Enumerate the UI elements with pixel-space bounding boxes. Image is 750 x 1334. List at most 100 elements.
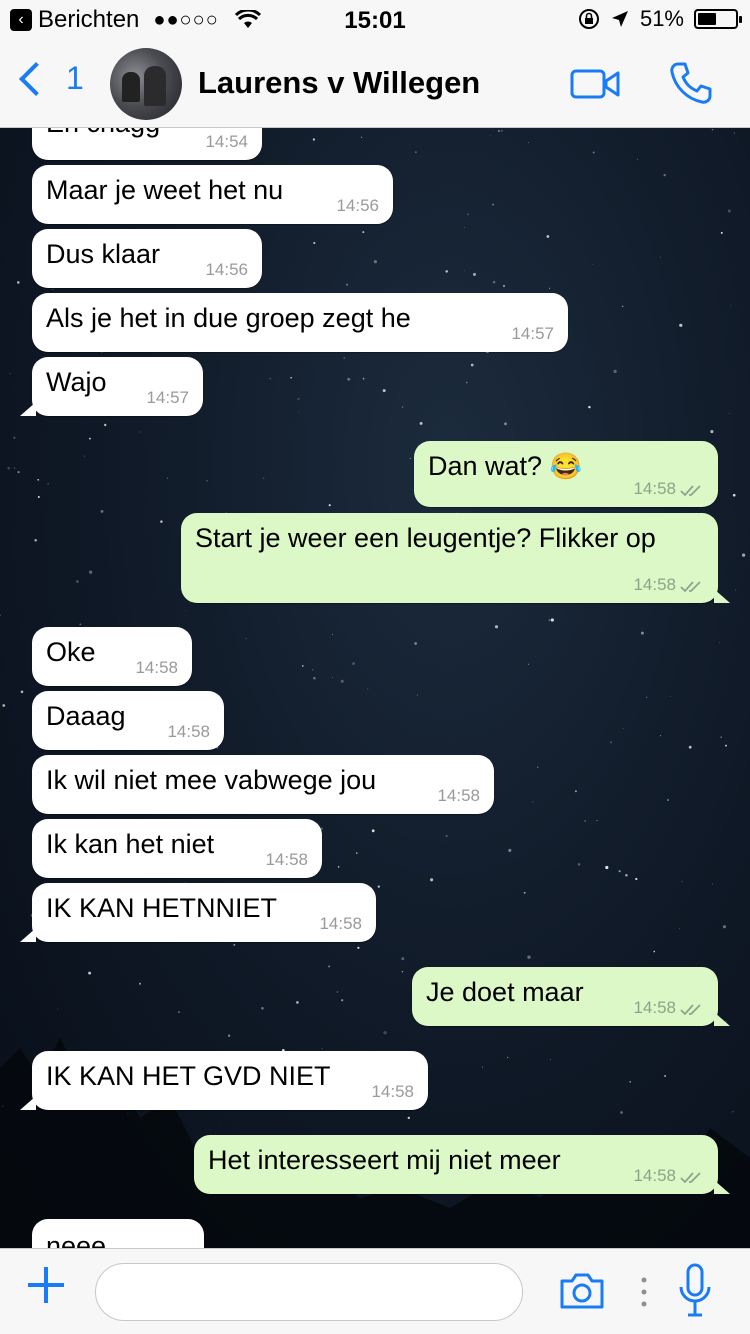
star (613, 369, 617, 374)
message-bubble[interactable]: Daaag 14:58 (32, 691, 224, 750)
star (592, 151, 595, 154)
message-text: Dan wat? (428, 451, 550, 481)
star (100, 509, 104, 513)
contact-avatar[interactable] (110, 48, 182, 120)
star (508, 848, 512, 852)
star (732, 493, 736, 497)
message-bubble[interactable]: Wajo 14:57 (20, 357, 203, 416)
star (9, 372, 11, 374)
star (14, 467, 16, 469)
star (297, 397, 300, 401)
star (548, 619, 550, 621)
message-bubble[interactable]: En chagg 14:54 (32, 128, 262, 160)
star (313, 677, 316, 680)
message-bubble[interactable]: Start je weer een leugentje? Flikker op … (181, 513, 730, 603)
star (502, 284, 506, 288)
star (312, 669, 314, 671)
star (331, 677, 333, 678)
message-input-bar (0, 1248, 750, 1334)
star (79, 623, 82, 626)
star (609, 741, 612, 744)
message-bubble[interactable]: Ik kan het niet 14:58 (32, 819, 322, 878)
star (290, 376, 292, 379)
star (340, 679, 344, 683)
star (667, 799, 669, 801)
message-text: Maar je weet het nu (46, 175, 284, 205)
star (415, 151, 417, 153)
star (0, 614, 2, 617)
message-bubble[interactable]: Maar je weet het nu 14:56 (32, 165, 393, 224)
star (645, 696, 648, 699)
location-arrow-icon (611, 11, 628, 27)
message-text: Je doet maar (426, 977, 584, 1007)
read-ticks-icon (680, 1004, 701, 1016)
star (532, 801, 534, 803)
message-bubble[interactable]: Je doet maar 14:58 (412, 967, 730, 1026)
microphone-icon[interactable] (678, 1263, 712, 1321)
message-time: 14:58 (633, 575, 676, 594)
star (371, 829, 375, 833)
message-bubble[interactable]: Oke 14:58 (32, 627, 192, 686)
star (720, 736, 722, 738)
status-right: 51% (578, 6, 742, 32)
star (245, 637, 247, 639)
star (343, 357, 345, 359)
message-time: 14:58 (633, 479, 676, 498)
message-text: neee (46, 1231, 107, 1248)
star (725, 744, 727, 747)
message-text: Als je het in due groep zegt he (46, 303, 411, 333)
star (527, 663, 529, 665)
message-bubble[interactable]: IK KAN HET GVD NIET 14:58 (20, 1051, 428, 1110)
star (670, 695, 672, 697)
star (574, 790, 577, 793)
star (166, 477, 168, 479)
star (373, 260, 377, 264)
star (346, 283, 349, 286)
star (377, 885, 380, 888)
tears-of-joy-emoji: 😂 (549, 451, 582, 481)
back-chevron-icon (19, 61, 53, 96)
chat-header: 1 Laurens v Willegen (0, 40, 750, 128)
star (301, 665, 304, 667)
battery-percent: 51% (639, 6, 684, 31)
star (76, 580, 79, 583)
message-bubble[interactable]: Dan wat? 😂 14:58 (414, 441, 718, 507)
star (52, 289, 54, 290)
star (727, 209, 731, 213)
message-text: Start je weer een leugentje? Flikker op (195, 523, 656, 553)
star (577, 863, 581, 866)
message-bubble[interactable]: Als je het in due groep zegt he 14:57 (32, 293, 568, 352)
star (467, 213, 469, 216)
chat-area[interactable]: En chagg 14:54 Maar je weet het nu 14:56… (0, 128, 750, 1248)
star (430, 878, 434, 882)
message-text: Ik wil niet mee vabwege jou (46, 765, 377, 795)
star (37, 479, 39, 481)
back-button[interactable]: 1 (12, 60, 84, 97)
star (416, 694, 418, 696)
camera-icon[interactable] (558, 1271, 606, 1311)
phone-icon[interactable] (668, 60, 714, 106)
message-bubble[interactable]: neee (32, 1219, 204, 1248)
message-bubble[interactable]: IK KAN HETNNIET 14:58 (20, 883, 376, 942)
star (84, 455, 85, 457)
star (382, 389, 386, 393)
star (741, 553, 746, 557)
message-time: 14:56 (205, 260, 248, 279)
video-call-icon[interactable] (570, 68, 622, 100)
message-text: Oke (46, 637, 96, 667)
contact-name[interactable]: Laurens v Willegen (198, 65, 480, 101)
message-bubble[interactable]: Dus klaar 14:56 (32, 229, 262, 288)
message-bubble[interactable]: Ik wil niet mee vabwege jou 14:58 (32, 755, 494, 814)
message-input[interactable] (95, 1263, 523, 1321)
star (596, 820, 598, 821)
message-text: Dus klaar (46, 239, 161, 269)
star (206, 479, 208, 482)
star (501, 130, 503, 132)
message-bubble[interactable]: Het interesseert mij niet meer 14:58 (194, 1135, 730, 1194)
star (527, 142, 529, 144)
message-text: Wajo (46, 367, 107, 397)
message-time: 14:56 (336, 196, 379, 215)
message-text: En chagg (46, 128, 160, 138)
plus-icon[interactable] (26, 1265, 66, 1305)
star (139, 431, 141, 433)
